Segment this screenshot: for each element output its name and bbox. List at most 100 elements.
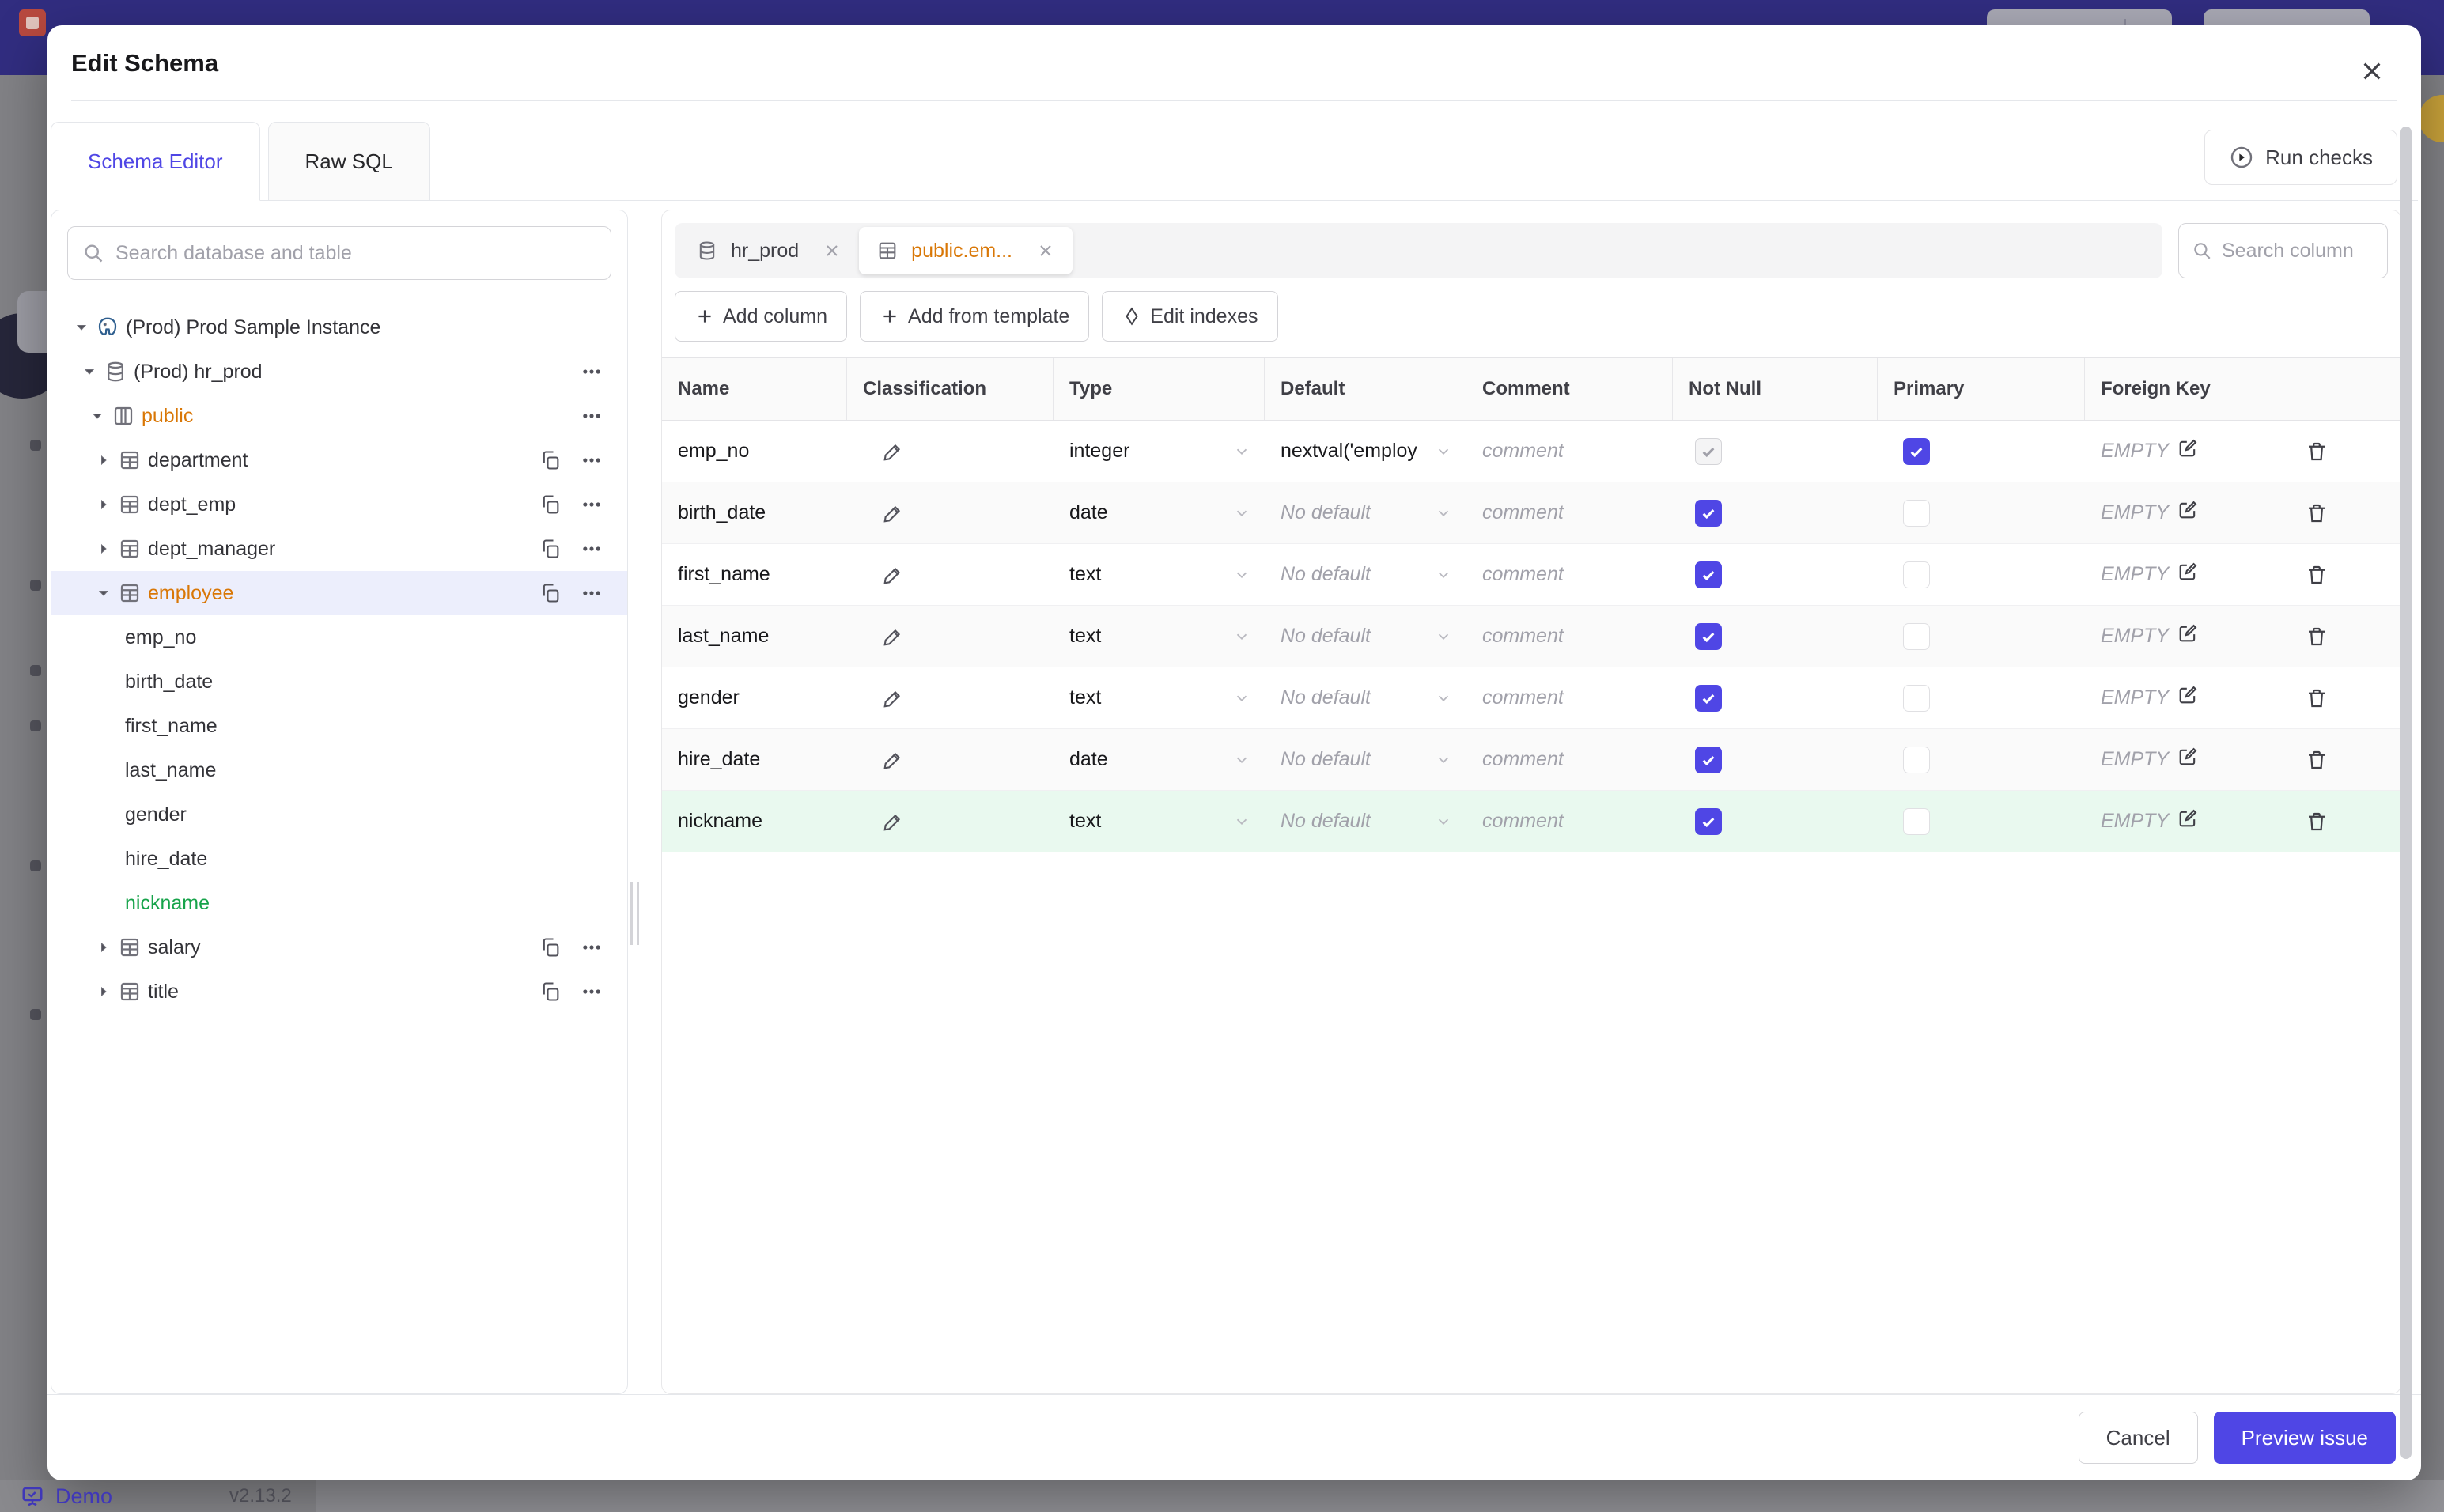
type-cell[interactable]: text — [1054, 667, 1265, 728]
primary-checkbox[interactable] — [1903, 561, 1930, 588]
tree-column-gender[interactable]: gender — [67, 792, 611, 837]
more-icon[interactable] — [580, 493, 603, 516]
caret-right-icon[interactable] — [89, 933, 118, 962]
primary-checkbox[interactable] — [1903, 807, 1930, 835]
modal-scrollbar[interactable] — [2400, 127, 2412, 1459]
not-null-checkbox[interactable] — [1695, 807, 1722, 835]
type-cell[interactable]: text — [1054, 791, 1265, 852]
tree-column-nickname[interactable]: nickname — [67, 881, 611, 925]
tree-item-title[interactable]: title — [67, 970, 611, 1014]
edit-foreign-key-icon[interactable] — [2177, 746, 2199, 773]
copy-icon[interactable] — [539, 936, 562, 959]
not-null-checkbox[interactable] — [1695, 746, 1722, 773]
close-icon[interactable] — [2355, 54, 2389, 89]
more-icon[interactable] — [580, 980, 603, 1004]
add-column-button[interactable]: Add column — [675, 291, 848, 342]
classification-cell[interactable] — [847, 606, 1054, 667]
tree-column-last-name[interactable]: last_name — [67, 748, 611, 792]
type-cell[interactable]: date — [1054, 729, 1265, 790]
tab-hr-prod[interactable]: hr_prod — [679, 227, 859, 274]
comment-cell[interactable]: comment — [1466, 667, 1673, 728]
trash-icon[interactable] — [2305, 810, 2329, 833]
tree-item-employee[interactable]: employee — [51, 571, 627, 615]
primary-checkbox[interactable] — [1903, 437, 1930, 465]
name-cell[interactable]: emp_no — [662, 421, 847, 482]
primary-checkbox[interactable] — [1903, 499, 1930, 527]
default-cell[interactable]: nextval('employ — [1265, 421, 1466, 482]
copy-icon[interactable] — [539, 581, 562, 605]
tree-item-dept-emp[interactable]: dept_emp — [67, 482, 611, 527]
caret-right-icon[interactable] — [89, 977, 118, 1006]
more-icon[interactable] — [580, 537, 603, 561]
column-search-input[interactable] — [2220, 238, 2374, 263]
tree-search[interactable] — [67, 226, 611, 280]
edit-indexes-button[interactable]: Edit indexes — [1102, 291, 1278, 342]
edit-foreign-key-icon[interactable] — [2177, 684, 2199, 712]
caret-down-icon[interactable] — [83, 402, 112, 430]
trash-icon[interactable] — [2305, 501, 2329, 525]
tree-item-hr-prod[interactable]: (Prod) hr_prod — [67, 350, 611, 394]
more-icon[interactable] — [580, 404, 603, 428]
not-null-checkbox[interactable] — [1695, 561, 1722, 588]
type-cell[interactable]: text — [1054, 606, 1265, 667]
default-cell[interactable]: No default — [1265, 729, 1466, 790]
caret-right-icon[interactable] — [89, 490, 118, 519]
edit-foreign-key-icon[interactable] — [2177, 499, 2199, 527]
comment-cell[interactable]: comment — [1466, 544, 1673, 605]
default-cell[interactable]: No default — [1265, 482, 1466, 543]
tree-column-emp-no[interactable]: emp_no — [67, 615, 611, 660]
tab-schema-editor[interactable]: Schema Editor — [51, 122, 260, 201]
copy-icon[interactable] — [539, 537, 562, 561]
default-cell[interactable]: No default — [1265, 667, 1466, 728]
edit-foreign-key-icon[interactable] — [2177, 622, 2199, 650]
classification-cell[interactable] — [847, 544, 1054, 605]
caret-down-icon[interactable] — [67, 313, 96, 342]
tree-item-public[interactable]: public — [67, 394, 611, 438]
comment-cell[interactable]: comment — [1466, 606, 1673, 667]
tab-raw-sql[interactable]: Raw SQL — [267, 122, 430, 201]
name-cell[interactable]: gender — [662, 667, 847, 728]
trash-icon[interactable] — [2305, 563, 2329, 587]
column-search[interactable] — [2178, 223, 2388, 278]
type-cell[interactable]: date — [1054, 482, 1265, 543]
default-cell[interactable]: No default — [1265, 544, 1466, 605]
name-cell[interactable]: last_name — [662, 606, 847, 667]
default-cell[interactable]: No default — [1265, 606, 1466, 667]
tree-column-birth-date[interactable]: birth_date — [67, 660, 611, 704]
name-cell[interactable]: nickname — [662, 791, 847, 852]
not-null-checkbox[interactable] — [1695, 499, 1722, 527]
default-cell[interactable]: No default — [1265, 791, 1466, 852]
edit-foreign-key-icon[interactable] — [2177, 807, 2199, 835]
copy-icon[interactable] — [539, 493, 562, 516]
classification-cell[interactable] — [847, 667, 1054, 728]
trash-icon[interactable] — [2305, 625, 2329, 648]
type-cell[interactable]: integer — [1054, 421, 1265, 482]
comment-cell[interactable]: comment — [1466, 421, 1673, 482]
primary-checkbox[interactable] — [1903, 622, 1930, 650]
close-tab-icon[interactable] — [1036, 241, 1055, 260]
name-cell[interactable]: birth_date — [662, 482, 847, 543]
name-cell[interactable]: first_name — [662, 544, 847, 605]
tab-public-employee[interactable]: public.em... — [859, 227, 1073, 274]
preview-issue-button[interactable]: Preview issue — [2213, 1412, 2396, 1464]
add-from-template-button[interactable]: Add from template — [860, 291, 1090, 342]
primary-checkbox[interactable] — [1903, 684, 1930, 712]
name-cell[interactable]: hire_date — [662, 729, 847, 790]
comment-cell[interactable]: comment — [1466, 791, 1673, 852]
classification-cell[interactable] — [847, 482, 1054, 543]
close-tab-icon[interactable] — [823, 241, 842, 260]
edit-foreign-key-icon[interactable] — [2177, 437, 2199, 465]
copy-icon[interactable] — [539, 448, 562, 472]
comment-cell[interactable]: comment — [1466, 482, 1673, 543]
tree-column-first-name[interactable]: first_name — [67, 704, 611, 748]
tree-search-input[interactable] — [114, 240, 596, 266]
classification-cell[interactable] — [847, 421, 1054, 482]
primary-checkbox[interactable] — [1903, 746, 1930, 773]
panel-resize-handle[interactable] — [630, 882, 640, 945]
caret-right-icon[interactable] — [89, 446, 118, 474]
trash-icon[interactable] — [2305, 686, 2329, 710]
not-null-checkbox[interactable] — [1695, 622, 1722, 650]
type-cell[interactable]: text — [1054, 544, 1265, 605]
copy-icon[interactable] — [539, 980, 562, 1004]
tree-column-hire-date[interactable]: hire_date — [67, 837, 611, 881]
